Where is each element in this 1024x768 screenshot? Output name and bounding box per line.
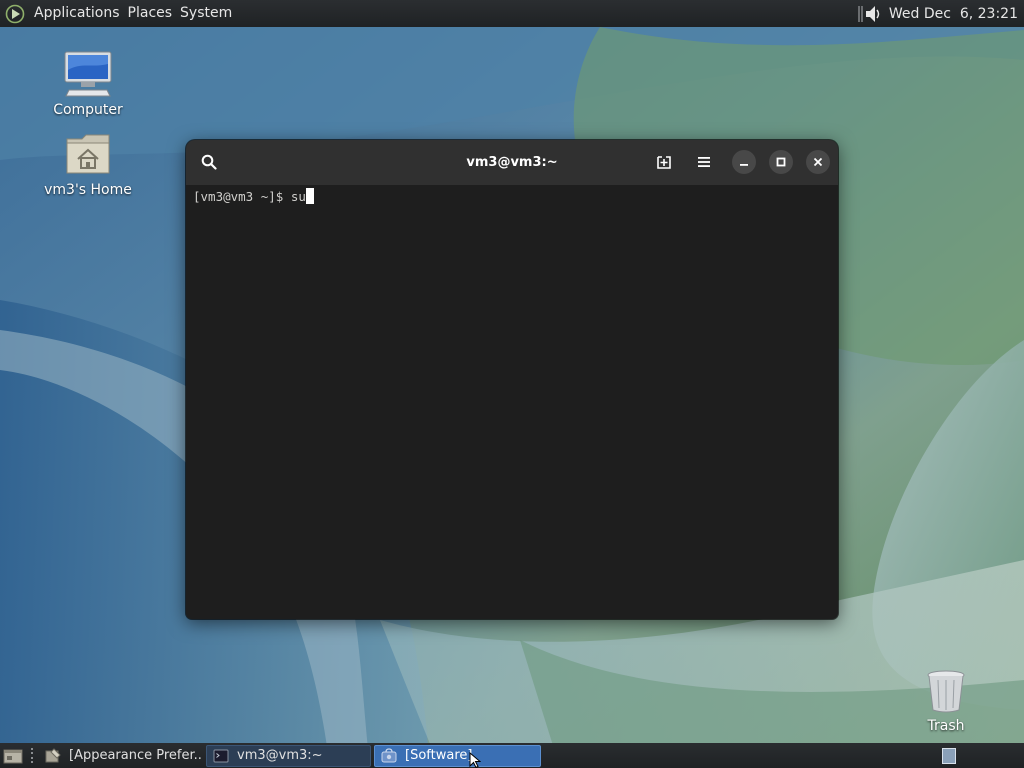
menu-applications[interactable]: Applications [30, 0, 124, 27]
taskbar-item-label: vm3@vm3:~ [237, 748, 323, 763]
new-tab-button[interactable] [649, 147, 679, 177]
terminal-headerbar[interactable]: vm3@vm3:~ [186, 140, 838, 185]
bottom-panel: [Appearance Prefer... vm3@vm3:~ [Softwar… [0, 743, 1024, 768]
desktop-icon-trash[interactable]: Trash [915, 666, 977, 734]
terminal-icon [213, 748, 229, 764]
terminal-window[interactable]: vm3@vm3:~ [vm3@vm3 ~]$ su [186, 140, 838, 619]
close-icon [813, 157, 823, 167]
menu-button[interactable] [689, 147, 719, 177]
menu-system[interactable]: System [176, 0, 236, 27]
search-icon [201, 154, 217, 170]
taskbar-item-label: [Software] [405, 748, 473, 763]
maximize-icon [776, 157, 786, 167]
text-cursor [305, 188, 314, 204]
trash-icon [920, 666, 972, 716]
workspace-switcher[interactable] [942, 747, 956, 764]
close-button[interactable] [806, 150, 830, 174]
terminal-output[interactable]: [vm3@vm3 ~]$ su [186, 185, 838, 209]
taskbar-item-terminal[interactable]: vm3@vm3:~ [206, 744, 371, 767]
desktop-icon-home[interactable]: vm3's Home [44, 128, 132, 198]
taskbar-item-label: [Appearance Prefer... [69, 748, 203, 763]
headerbar-controls [639, 147, 830, 177]
main-menu: Applications Places System [30, 0, 236, 27]
mouse-pointer-icon [469, 751, 482, 768]
menu-places[interactable]: Places [124, 0, 177, 27]
home-folder-icon [62, 128, 114, 180]
computer-icon [62, 48, 114, 100]
gnome-foot-icon[interactable] [4, 3, 26, 25]
desktop-icon-label: Computer [53, 102, 123, 118]
desktop-icon-computer[interactable]: Computer [52, 48, 124, 118]
clock[interactable]: Wed Dec 6, 23:21 [889, 6, 1018, 22]
hamburger-menu-icon [698, 157, 710, 167]
panel-handle[interactable] [29, 747, 35, 765]
desktop-icon-label: Trash [927, 718, 965, 734]
maximize-button[interactable] [769, 150, 793, 174]
minimize-icon [740, 164, 748, 166]
speaker-icon[interactable] [857, 3, 883, 25]
search-button[interactable] [194, 147, 224, 177]
software-icon [381, 747, 397, 764]
new-tab-icon [657, 156, 671, 169]
minimize-button[interactable] [732, 150, 756, 174]
shell-prompt: [vm3@vm3 ~]$ su [193, 189, 306, 204]
show-desktop-icon [3, 749, 23, 763]
panel-tray: Wed Dec 6, 23:21 [857, 0, 1024, 27]
top-panel: Applications Places System Wed Dec 6, 23… [0, 0, 1024, 27]
show-desktop-button[interactable] [1, 745, 25, 767]
appearance-icon [45, 747, 61, 764]
taskbar-item-software[interactable]: [Software] [374, 744, 541, 767]
taskbar-item-appearance[interactable]: [Appearance Prefer... [39, 745, 203, 767]
desktop-icon-label: vm3's Home [44, 182, 132, 198]
